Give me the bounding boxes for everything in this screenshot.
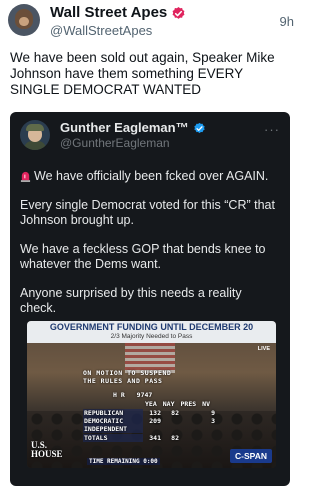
quote-text: We have officially been fcked over AGAIN… [20,168,280,330]
quote-header: Gunther Eagleman™ @GuntherEagleman ··· [20,120,280,152]
bill-prefix: H R [113,391,125,399]
display-name[interactable]: Wall Street Apes [50,4,167,22]
party-label: TOTALS [83,434,143,442]
nv-count [197,434,215,442]
handle[interactable]: @WallStreetApes [50,23,152,39]
time-remaining-value: 0:00 [143,458,158,465]
nay-count: 82 [171,409,179,417]
motion-text: ON MOTION TO SUSPEND THE RULES AND PASS [83,369,172,385]
vote-tally: ON MOTION TO SUSPEND THE RULES AND PASS … [83,369,233,468]
embedded-video[interactable]: GOVERNMENT FUNDING UNTIL DECEMBER 20 2/3… [27,321,276,468]
logo-line: HOUSE [31,449,63,459]
bill-number: H R 9747 [113,391,152,399]
quote-avatar[interactable] [20,120,50,150]
party-label: DEMOCRATIC [83,417,143,425]
us-house-logo: U.S. HOUSE [31,441,65,459]
video-banner: GOVERNMENT FUNDING UNTIL DECEMBER 20 2/3… [27,321,276,343]
quoted-tweet[interactable]: Gunther Eagleman™ @GuntherEagleman ··· W… [10,112,290,486]
party-label: INDEPENDENT [83,425,143,433]
tweet-header: Wall Street Apes @WallStreetApes 9h [8,4,294,42]
quote-paragraph: We have officially been fcked over AGAIN… [20,168,280,184]
cspan-logo: C-SPAN [230,449,272,463]
quote-display-name[interactable]: Gunther Eagleman™ [60,120,189,136]
tally-row: TOTALS 341 82 [83,434,215,442]
siren-icon [20,171,31,182]
banner-subtitle: 2/3 Majority Needed to Pass [110,333,193,340]
quote-paragraph-text: We have officially been fcked over AGAIN… [34,169,269,183]
quote-paragraph: Anyone surprised by this needs a reality… [20,286,242,315]
yea-count: 341 [149,434,161,442]
ape-avatar-face [19,17,29,26]
yea-count: 209 [149,417,161,425]
tally-headers: YEA NAY PRES NV [145,400,210,408]
tally-header: PRES [180,400,197,408]
quote-paragraph: We have a feckless GOP that bends knee t… [20,242,266,271]
verified-badge-icon [172,6,185,19]
party-label: REPUBLICAN [83,409,143,417]
nay-count [161,425,179,433]
avatar-cap [26,124,44,131]
tally-header: NAY [162,400,175,408]
tally-row: INDEPENDENT [83,425,215,433]
tweet: Wall Street Apes @WallStreetApes 9h We h… [0,0,301,500]
quote-handle[interactable]: @GuntherEagleman [60,136,170,150]
more-options-icon[interactable]: ··· [264,122,280,137]
pres-count [179,417,197,425]
tally-header: YEA [145,400,157,408]
pres-count [179,425,197,433]
avatar[interactable] [8,4,40,36]
tally-row: REPUBLICAN 132 82 9 [83,409,215,417]
nay-count [161,417,179,425]
verified-badge-icon [193,122,205,133]
time-remaining: TIME REMAINING 0:00 [87,458,160,465]
timestamp[interactable]: 9h [280,14,294,29]
bill-id: 9747 [136,391,153,399]
banner-title: GOVERNMENT FUNDING UNTIL DECEMBER 20 [49,322,254,332]
tally-header: NV [202,400,210,408]
nv-count [197,425,215,433]
pres-count [179,409,197,417]
pres-count [179,434,197,442]
time-remaining-label: TIME REMAINING [89,458,140,465]
yea-count: 132 [149,409,161,417]
avatar-shoulders [24,141,46,150]
tally-row: DEMOCRATIC 209 3 [83,417,215,425]
yea-count [143,425,161,433]
tweet-text: We have been sold out again, Speaker Mik… [10,50,275,97]
name-row: Wall Street Apes [50,4,186,22]
live-label: LIVE [257,346,270,352]
quote-name-row: Gunther Eagleman™ [60,120,206,136]
nay-count: 82 [171,434,179,442]
nv-count: 9 [211,409,215,417]
nv-count: 3 [211,417,215,425]
quote-paragraph: Every single Democrat voted for this “CR… [20,198,275,227]
